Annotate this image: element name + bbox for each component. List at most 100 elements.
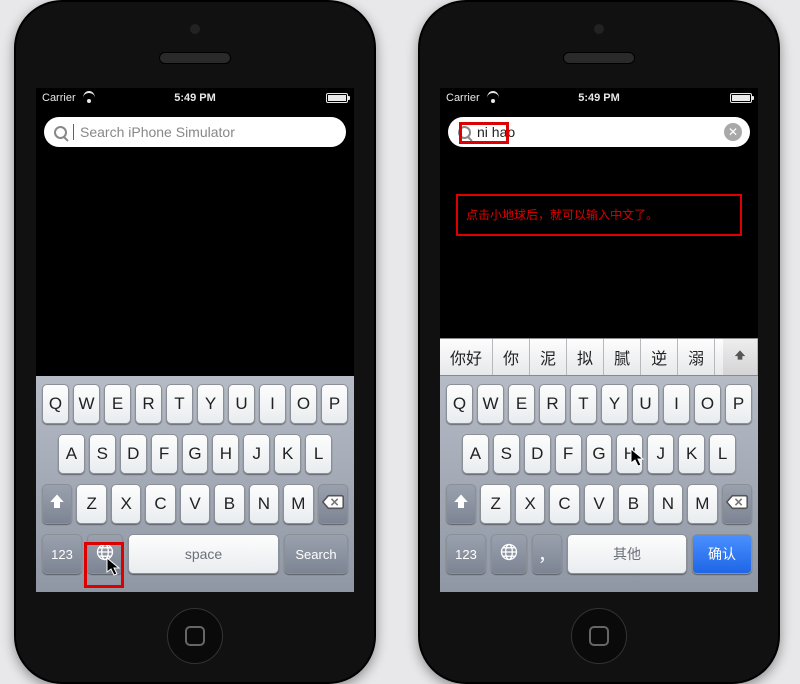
key-w[interactable]: W [477,384,504,424]
delete-key[interactable] [722,484,752,524]
screen-left: Carrier 5:49 PM Search iPhone Simulator … [36,88,354,592]
key-n[interactable]: N [653,484,683,524]
key-h[interactable]: H [212,434,239,474]
sensor-dot [190,24,200,34]
text-cursor [73,124,74,140]
key-j[interactable]: J [647,434,674,474]
search-field[interactable]: Search iPhone Simulator [44,117,346,147]
key-k[interactable]: K [274,434,301,474]
home-button[interactable] [167,608,223,664]
key-e[interactable]: E [508,384,535,424]
sensor-dot [594,24,604,34]
search-icon [458,126,471,139]
key-j[interactable]: J [243,434,270,474]
key-m[interactable]: M [283,484,313,524]
key-h[interactable]: H [616,434,643,474]
annotation-text: 点击小地球后，就可以输入中文了。 [456,194,742,236]
chevron-up-icon [733,348,747,367]
key-z[interactable]: Z [480,484,510,524]
key-y[interactable]: Y [601,384,628,424]
battery-icon [326,93,348,103]
key-y[interactable]: Y [197,384,224,424]
key-c[interactable]: C [145,484,175,524]
key-r[interactable]: R [539,384,566,424]
key-z[interactable]: Z [76,484,106,524]
key-m[interactable]: M [687,484,717,524]
candidate-expand[interactable] [723,339,758,375]
status-bar: Carrier 5:49 PM [36,88,354,108]
home-icon [185,626,205,646]
shift-key[interactable] [446,484,476,524]
key-n[interactable]: N [249,484,279,524]
key-v[interactable]: V [584,484,614,524]
key-r[interactable]: R [135,384,162,424]
key-t[interactable]: T [570,384,597,424]
keyboard: Q W E R T Y U I O P A S D F G H J K L [440,376,758,592]
key-u[interactable]: U [632,384,659,424]
other-key[interactable]: 其他 [567,534,687,574]
key-d[interactable]: D [524,434,551,474]
candidate-4[interactable]: 腻 [604,339,641,375]
earpiece [563,52,635,64]
close-icon: ✕ [728,126,738,138]
shift-key[interactable] [42,484,72,524]
key-d[interactable]: D [120,434,147,474]
globe-key[interactable] [87,534,123,574]
search-icon [54,126,67,139]
key-c[interactable]: C [549,484,579,524]
key-b[interactable]: B [214,484,244,524]
key-f[interactable]: F [555,434,582,474]
numbers-key[interactable]: 123 [42,534,82,574]
key-u[interactable]: U [228,384,255,424]
key-o[interactable]: O [290,384,317,424]
key-x[interactable]: X [111,484,141,524]
key-g[interactable]: G [182,434,209,474]
key-q[interactable]: Q [446,384,473,424]
candidate-1[interactable]: 你 [493,339,530,375]
key-a[interactable]: A [58,434,85,474]
search-row: Search iPhone Simulator [36,108,354,156]
battery-icon [730,93,752,103]
candidate-0[interactable]: 你好 [440,339,493,375]
confirm-key[interactable]: 确认 [692,534,752,574]
key-e[interactable]: E [104,384,131,424]
globe-key[interactable] [491,534,527,574]
status-time: 5:49 PM [36,92,354,104]
key-i[interactable]: I [259,384,286,424]
key-x[interactable]: X [515,484,545,524]
key-w[interactable]: W [73,384,100,424]
candidate-bar: 你好 你 泥 拟 腻 逆 溺 [440,338,758,376]
candidate-3[interactable]: 拟 [567,339,604,375]
home-button[interactable] [571,608,627,664]
key-k[interactable]: K [678,434,705,474]
key-f[interactable]: F [151,434,178,474]
clear-button[interactable]: ✕ [724,123,742,141]
key-l[interactable]: L [305,434,332,474]
delete-key[interactable] [318,484,348,524]
key-s[interactable]: S [89,434,116,474]
search-value: ni hao [477,124,515,140]
key-p[interactable]: P [321,384,348,424]
key-row-1: Q W E R T Y U I O P [40,384,350,424]
key-p[interactable]: P [725,384,752,424]
space-key[interactable]: space [128,534,279,574]
key-row-1: Q W E R T Y U I O P [444,384,754,424]
status-bar: Carrier 5:49 PM [440,88,758,108]
search-field[interactable]: ni hao ✕ [448,117,750,147]
key-o[interactable]: O [694,384,721,424]
key-a[interactable]: A [462,434,489,474]
key-v[interactable]: V [180,484,210,524]
key-b[interactable]: B [618,484,648,524]
key-l[interactable]: L [709,434,736,474]
numbers-key[interactable]: 123 [446,534,486,574]
candidate-6[interactable]: 溺 [678,339,715,375]
key-q[interactable]: Q [42,384,69,424]
key-t[interactable]: T [166,384,193,424]
key-g[interactable]: G [586,434,613,474]
comma-key[interactable]: ， [532,534,562,574]
candidate-5[interactable]: 逆 [641,339,678,375]
candidate-2[interactable]: 泥 [530,339,567,375]
key-i[interactable]: I [663,384,690,424]
search-key[interactable]: Search [284,534,348,574]
key-s[interactable]: S [493,434,520,474]
